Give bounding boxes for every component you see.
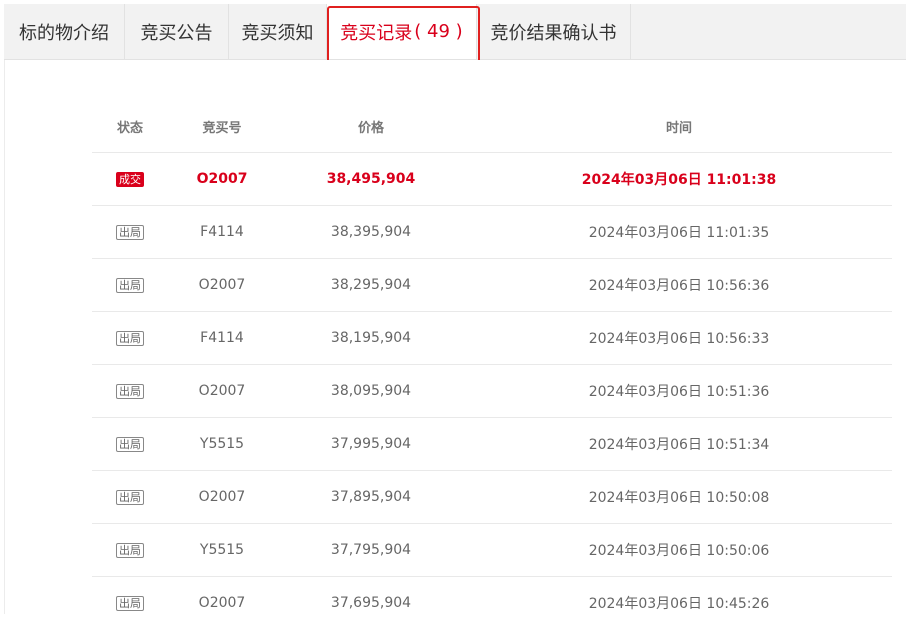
bid-count: ( 49 ) — [414, 21, 463, 42]
bid-no-cell: O2007 — [198, 489, 246, 505]
status-badge: 出局 — [116, 225, 144, 240]
price-cell: 38,195,904 — [330, 330, 412, 346]
table-row: 出局 O2007 38,095,904 2024年03月06日 10:51:36 — [92, 365, 892, 418]
price-cell: 37,995,904 — [330, 436, 412, 452]
time-cell: 2024年03月06日 10:51:34 — [588, 437, 770, 453]
header-time: 时间 — [665, 120, 692, 136]
time-cell: 2024年03月06日 10:56:33 — [588, 331, 770, 347]
status-badge: 出局 — [116, 490, 144, 505]
table-row: 出局 Y5515 37,995,904 2024年03月06日 10:51:34 — [92, 418, 892, 471]
header-status: 状态 — [116, 120, 143, 136]
price-cell: 38,395,904 — [330, 224, 412, 240]
price-cell: 38,095,904 — [330, 383, 412, 399]
bid-no-cell: O2007 — [198, 383, 246, 399]
bid-records-panel: 状态 竞买号 价格 时间 成交 O2007 38,495,904 2024年03… — [4, 60, 906, 614]
bid-no-cell: Y5515 — [199, 436, 245, 452]
price-cell: 37,695,904 — [330, 595, 412, 611]
time-cell: 2024年03月06日 10:56:36 — [588, 278, 770, 294]
table-row: 出局 O2007 37,695,904 2024年03月06日 10:45:26 — [92, 577, 892, 629]
price-cell: 38,495,904 — [326, 171, 416, 187]
tab-bid-records[interactable]: 竞买记录( 49 ) — [327, 4, 477, 59]
status-badge: 出局 — [116, 437, 144, 452]
time-cell: 2024年03月06日 11:01:35 — [588, 225, 770, 241]
status-badge: 出局 — [116, 331, 144, 346]
tab-item-introduction[interactable]: 标的物介绍 — [4, 4, 125, 59]
bid-no-cell: F4114 — [200, 224, 244, 240]
time-cell: 2024年03月06日 10:50:08 — [588, 490, 770, 506]
bid-no-cell: O2007 — [196, 171, 248, 187]
header-bid-no: 竞买号 — [202, 120, 242, 136]
status-badge: 出局 — [116, 543, 144, 558]
table-row: 出局 F4114 38,195,904 2024年03月06日 10:56:33 — [92, 312, 892, 365]
header-price: 价格 — [357, 120, 384, 136]
status-badge: 出局 — [116, 384, 144, 399]
table-row: 出局 Y5515 37,795,904 2024年03月06日 10:50:06 — [92, 524, 892, 577]
tab-result-confirmation[interactable]: 竞价结果确认书 — [477, 4, 631, 59]
table-row: 出局 F4114 38,395,904 2024年03月06日 11:01:35 — [92, 206, 892, 259]
time-cell: 2024年03月06日 10:51:36 — [588, 384, 770, 400]
table-row: 成交 O2007 38,495,904 2024年03月06日 11:01:38 — [92, 153, 892, 206]
status-badge: 出局 — [116, 596, 144, 611]
tab-auction-announcement[interactable]: 竞买公告 — [125, 4, 229, 59]
tab-label: 竞买须知 — [241, 22, 314, 44]
time-cell: 2024年03月06日 10:50:06 — [588, 543, 770, 559]
status-badge: 出局 — [116, 278, 144, 293]
bid-no-cell: F4114 — [200, 330, 244, 346]
price-cell: 37,895,904 — [330, 489, 412, 505]
tab-label: 标的物介绍 — [19, 22, 109, 44]
bid-no-cell: O2007 — [198, 277, 246, 293]
tab-bar: 标的物介绍 竞买公告 竞买须知 竞买记录( 49 ) 竞价结果确认书 — [4, 4, 906, 60]
table-row: 出局 O2007 37,895,904 2024年03月06日 10:50:08 — [92, 471, 892, 524]
time-cell: 2024年03月06日 11:01:38 — [581, 172, 777, 188]
bid-no-cell: Y5515 — [199, 542, 245, 558]
tab-label: 竞买记录 — [340, 22, 413, 44]
tab-auction-notice[interactable]: 竞买须知 — [229, 4, 327, 59]
table-header: 状态 竞买号 价格 时间 — [92, 100, 892, 153]
table-row: 出局 O2007 38,295,904 2024年03月06日 10:56:36 — [92, 259, 892, 312]
status-badge: 成交 — [116, 172, 144, 187]
tab-label: 竞价结果确认书 — [490, 22, 617, 44]
price-cell: 38,295,904 — [330, 277, 412, 293]
tab-label: 竞买公告 — [140, 22, 213, 44]
time-cell: 2024年03月06日 10:45:26 — [588, 596, 770, 612]
bid-records-table: 状态 竞买号 价格 时间 成交 O2007 38,495,904 2024年03… — [92, 100, 892, 629]
price-cell: 37,795,904 — [330, 542, 412, 558]
bid-no-cell: O2007 — [198, 595, 246, 611]
